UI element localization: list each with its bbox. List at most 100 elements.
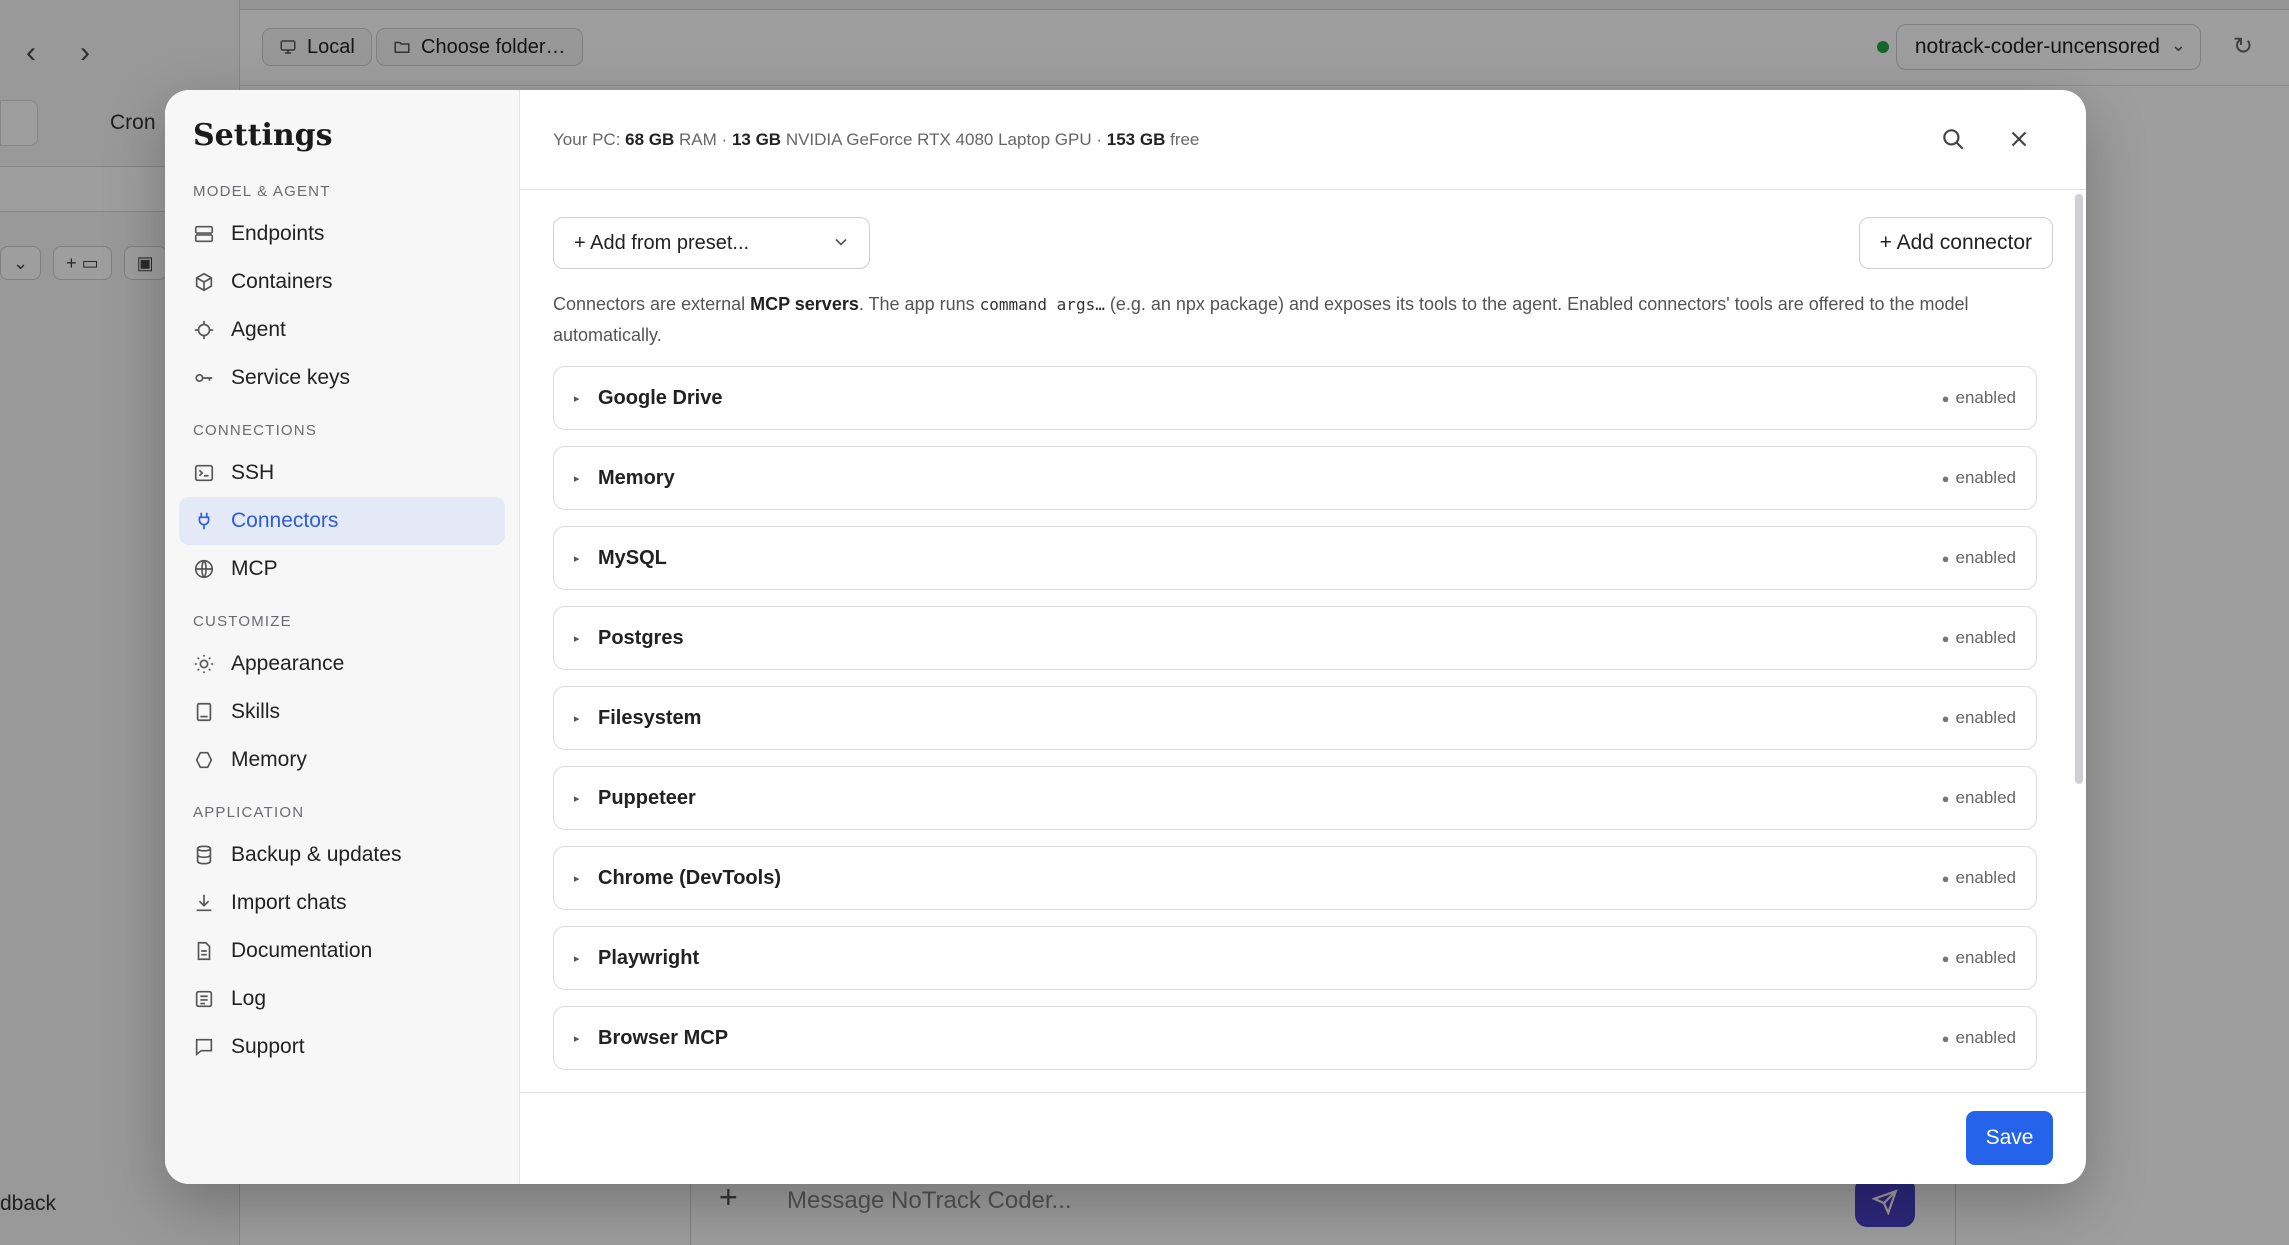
nav-section: MODEL & AGENT Endpoints Containers Agent Ser… <box>179 183 505 402</box>
gpu-label: NVIDIA GeForce RTX 4080 Laptop GPU · <box>785 129 1103 149</box>
save-button[interactable]: Save <box>1966 1111 2053 1165</box>
expand-caret-icon[interactable]: ▸ <box>574 872 598 885</box>
connector-name: Postgres <box>598 626 684 649</box>
connector-status: enabled <box>1955 468 2016 487</box>
section-label: CUSTOMIZE <box>193 613 292 630</box>
expand-caret-icon[interactable]: ▸ <box>574 1032 598 1045</box>
connector-status: enabled <box>1955 548 2016 567</box>
sidebar-item-documentation[interactable]: Documentation <box>179 927 505 975</box>
connector-name: Playwright <box>598 946 700 969</box>
sidebar-item-log[interactable]: Log <box>179 975 505 1023</box>
sidebar-item-skills[interactable]: Skills <box>179 688 505 736</box>
connector-row[interactable]: ▸ Browser MCP ● enabled <box>553 1006 2037 1070</box>
ram-value: 68 GB <box>625 129 675 149</box>
sun-icon <box>194 654 214 674</box>
settings-header: Your PC: 68 GB RAM · 13 GB NVIDIA GeForc… <box>520 90 2086 190</box>
pc-info-prefix: Your PC: <box>553 129 621 149</box>
book-icon <box>196 702 212 722</box>
connector-name: Filesystem <box>598 706 702 729</box>
status-dot-icon: ● <box>1941 790 1950 806</box>
sidebar-item-label: Import chats <box>231 891 347 914</box>
sidebar-item-label: Memory <box>231 748 307 771</box>
connectors-panel: + Add from preset... + Add connector Con… <box>520 190 2086 1092</box>
sidebar-item-label: Log <box>231 987 267 1010</box>
sidebar-item-label: Backup & updates <box>231 843 402 866</box>
connector-status: enabled <box>1955 1028 2016 1047</box>
connector-name: MySQL <box>598 546 667 569</box>
document-icon <box>197 941 211 961</box>
expand-caret-icon[interactable]: ▸ <box>574 712 598 725</box>
sidebar-item-appearance[interactable]: Appearance <box>179 640 505 688</box>
ram-label: RAM · <box>679 129 728 149</box>
sidebar-item-label: Service keys <box>231 366 351 389</box>
connector-row[interactable]: ▸ Puppeteer ● enabled <box>553 766 2037 830</box>
connector-status: enabled <box>1955 788 2016 807</box>
sidebar-item-import-chats[interactable]: Import chats <box>179 879 505 927</box>
status-dot-icon: ● <box>1941 950 1950 966</box>
connector-row[interactable]: ▸ Filesystem ● enabled <box>553 686 2037 750</box>
sidebar-item-mcp[interactable]: MCP <box>179 545 505 593</box>
settings-modal: Settings MODEL & AGENT Endpoints Container… <box>165 90 2086 1184</box>
search-icon[interactable] <box>1940 126 1966 152</box>
sidebar-item-support[interactable]: Support <box>179 1023 505 1071</box>
sidebar-item-ssh[interactable]: SSH <box>179 449 505 497</box>
memory-icon <box>195 751 213 769</box>
sidebar-item-endpoints[interactable]: Endpoints <box>179 210 505 258</box>
connector-row[interactable]: ▸ Google Drive ● enabled <box>553 366 2037 430</box>
plug-icon <box>198 512 210 530</box>
status-dot-icon: ● <box>1941 390 1950 406</box>
connector-status: enabled <box>1955 868 2016 887</box>
sidebar-item-label: Connectors <box>231 509 339 532</box>
terminal-icon <box>194 464 214 482</box>
connector-status: enabled <box>1955 628 2016 647</box>
description-bold: MCP servers <box>750 294 859 314</box>
expand-caret-icon[interactable]: ▸ <box>574 632 598 645</box>
settings-nav: MODEL & AGENT Endpoints Containers Agent Ser… <box>179 183 505 1071</box>
nav-section: CONNECTIONS SSH Connectors MCP <box>179 422 505 593</box>
log-icon <box>195 990 213 1008</box>
sidebar-item-label: Documentation <box>231 939 373 962</box>
chip-icon <box>194 320 214 340</box>
sidebar-item-label: Support <box>231 1035 305 1058</box>
sidebar-item-label: MCP <box>231 557 278 580</box>
connector-row[interactable]: ▸ Playwright ● enabled <box>553 926 2037 990</box>
expand-caret-icon[interactable]: ▸ <box>574 392 598 405</box>
add-from-preset-select[interactable]: + Add from preset... <box>553 217 870 269</box>
sidebar-item-backup-updates[interactable]: Backup & updates <box>179 831 505 879</box>
connector-row[interactable]: ▸ MySQL ● enabled <box>553 526 2037 590</box>
chat-icon <box>195 1038 213 1057</box>
sidebar-item-agent[interactable]: Agent <box>179 306 505 354</box>
status-dot-icon: ● <box>1941 870 1950 886</box>
sidebar-item-containers[interactable]: Containers <box>179 258 505 306</box>
close-icon[interactable] <box>2006 126 2032 152</box>
connector-name: Puppeteer <box>598 786 696 809</box>
expand-caret-icon[interactable]: ▸ <box>574 472 598 485</box>
database-icon <box>196 845 212 865</box>
section-label: MODEL & AGENT <box>193 183 331 200</box>
connector-list: ▸ Google Drive ● enabled ▸ Memory ● enabled ▸ MyS… <box>553 366 2053 1070</box>
sidebar-item-connectors[interactable]: Connectors <box>179 497 505 545</box>
expand-caret-icon[interactable]: ▸ <box>574 552 598 565</box>
connector-name: Memory <box>598 466 675 489</box>
server-icon <box>194 225 214 243</box>
disk-label: free <box>1170 129 1200 149</box>
connector-row[interactable]: ▸ Memory ● enabled <box>553 446 2037 510</box>
nav-section: CUSTOMIZE Appearance Skills Memory <box>179 613 505 784</box>
sidebar-item-service-keys[interactable]: Service keys <box>179 354 505 402</box>
settings-sidebar: Settings MODEL & AGENT Endpoints Container… <box>165 90 520 1184</box>
scrollbar[interactable] <box>2075 194 2083 784</box>
globe-icon <box>194 559 214 579</box>
connector-status: enabled <box>1955 948 2016 967</box>
section-label: CONNECTIONS <box>193 422 318 439</box>
chevron-down-icon <box>835 238 847 246</box>
add-connector-button[interactable]: + Add connector <box>1858 217 2053 269</box>
description-text: . The app runs <box>858 294 980 314</box>
sidebar-item-label: SSH <box>231 461 275 484</box>
sidebar-item-memory[interactable]: Memory <box>179 736 505 784</box>
expand-caret-icon[interactable]: ▸ <box>574 792 598 805</box>
expand-caret-icon[interactable]: ▸ <box>574 952 598 965</box>
connector-row[interactable]: ▸ Postgres ● enabled <box>553 606 2037 670</box>
pc-info: Your PC: 68 GB RAM · 13 GB NVIDIA GeForc… <box>553 130 1199 150</box>
connector-row[interactable]: ▸ Chrome (DevTools) ● enabled <box>553 846 2037 910</box>
connector-name: Google Drive <box>598 386 723 409</box>
